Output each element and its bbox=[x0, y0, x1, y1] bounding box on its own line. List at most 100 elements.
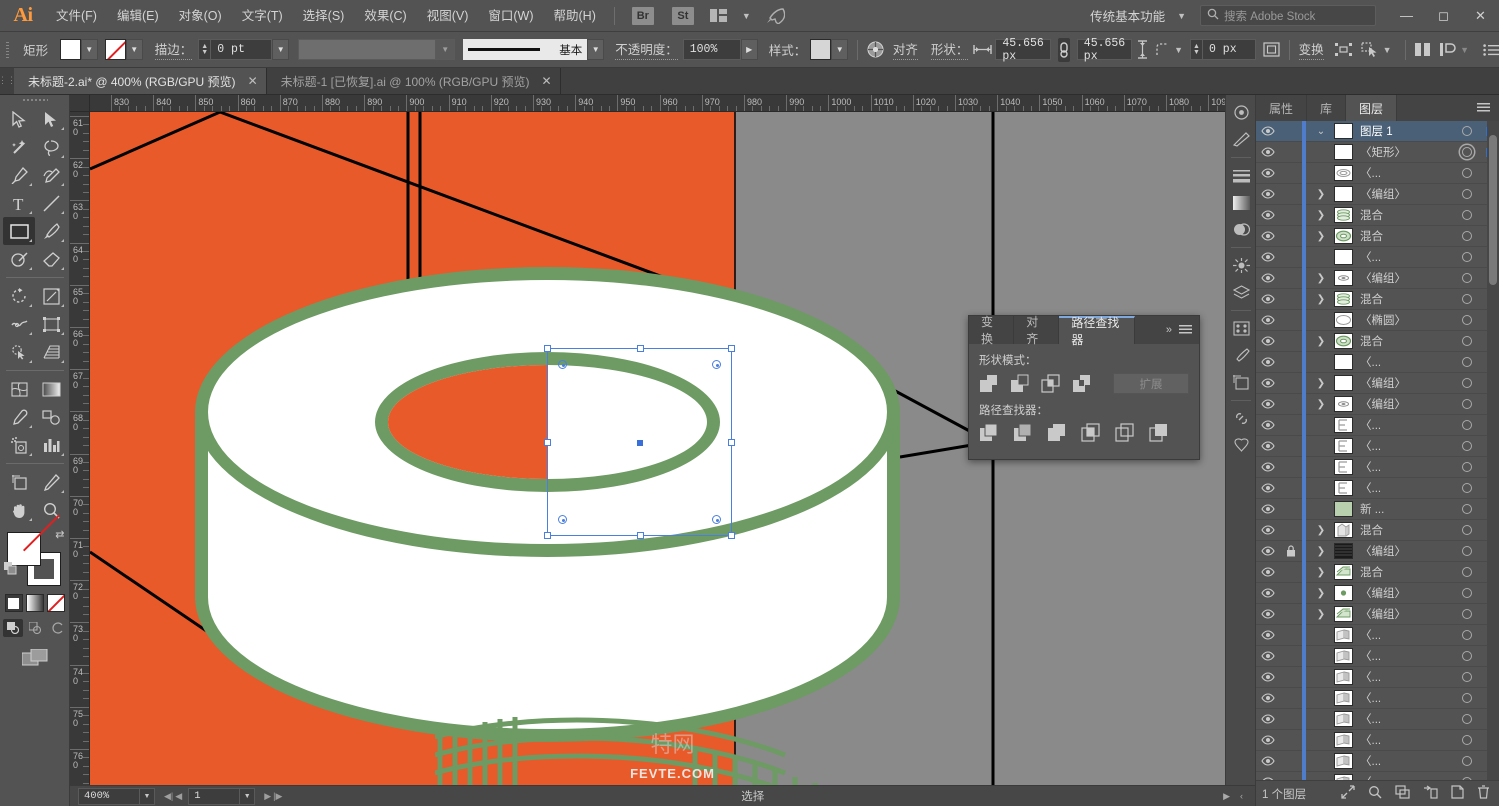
layer-name[interactable]: 混合 bbox=[1360, 228, 1454, 244]
layer-row[interactable]: 〈... bbox=[1256, 414, 1499, 436]
target-indicator-icon[interactable] bbox=[1454, 714, 1480, 724]
layer-name[interactable]: 〈编组〉 bbox=[1360, 396, 1454, 412]
visibility-eye-icon[interactable] bbox=[1256, 189, 1280, 199]
layer-name[interactable]: 〈... bbox=[1360, 438, 1454, 454]
layer-name[interactable]: 〈编组〉 bbox=[1360, 375, 1454, 391]
target-indicator-icon[interactable] bbox=[1454, 399, 1480, 409]
panel-collapse-icon[interactable]: » bbox=[1159, 316, 1179, 344]
visibility-eye-icon[interactable] bbox=[1256, 525, 1280, 535]
stock-search-input[interactable]: 搜索 Adobe Stock bbox=[1200, 5, 1376, 26]
layer-name[interactable]: 〈椭圆〉 bbox=[1360, 312, 1454, 328]
visibility-eye-icon[interactable] bbox=[1256, 504, 1280, 514]
eyedropper-tool[interactable] bbox=[3, 403, 35, 431]
target-indicator-icon[interactable] bbox=[1454, 588, 1480, 598]
minus-front-button[interactable] bbox=[1010, 374, 1029, 393]
visibility-eye-icon[interactable] bbox=[1256, 588, 1280, 598]
layer-row[interactable]: ❯ 〈编组〉 bbox=[1256, 582, 1499, 604]
draw-inside-icon[interactable] bbox=[47, 619, 67, 637]
create-new-layer-icon[interactable] bbox=[1451, 785, 1464, 802]
target-indicator-icon[interactable] bbox=[1454, 147, 1480, 157]
opacity-input[interactable]: 100% bbox=[682, 39, 741, 60]
transform-label[interactable]: 变换 bbox=[1298, 39, 1324, 60]
visibility-eye-icon[interactable] bbox=[1256, 336, 1280, 346]
selection-handle-sw[interactable] bbox=[544, 532, 551, 539]
expand-chevron-right-icon[interactable]: ❯ bbox=[1308, 189, 1334, 200]
layer-row[interactable]: ❯ 混合 bbox=[1256, 519, 1499, 541]
symbols-panel-icon[interactable] bbox=[1226, 315, 1256, 342]
corner-radius-input[interactable]: 0 px bbox=[1202, 39, 1256, 60]
artboard-nav-prev[interactable]: ◀ bbox=[175, 791, 182, 802]
exclude-button[interactable] bbox=[1072, 374, 1091, 393]
workspace-switcher[interactable]: 传统基本功能 bbox=[1090, 6, 1169, 25]
selection-handle-se[interactable] bbox=[728, 532, 735, 539]
libraries-panel-icon[interactable] bbox=[1226, 432, 1256, 459]
arrange-documents-icon[interactable] bbox=[709, 9, 727, 22]
bridge-icon[interactable]: Br bbox=[631, 6, 654, 25]
workspace-chevron-down-icon[interactable]: ▼ bbox=[1169, 11, 1194, 21]
hand-tool[interactable] bbox=[3, 496, 35, 524]
target-indicator-icon[interactable] bbox=[1454, 357, 1480, 367]
document-tab-active[interactable]: 未标题-2.ai* @ 400% (RGB/GPU 预览) ✕ bbox=[14, 68, 267, 94]
selection-handle-nw[interactable] bbox=[544, 345, 551, 352]
tab-close-icon[interactable]: ✕ bbox=[542, 74, 552, 88]
corner-widget-ne[interactable] bbox=[712, 360, 721, 369]
width-tool[interactable] bbox=[3, 310, 35, 338]
layer-row[interactable]: 〈... bbox=[1256, 750, 1499, 772]
layer-name[interactable]: 〈... bbox=[1360, 249, 1454, 265]
pathfinder-panel-menu-icon[interactable] bbox=[1179, 316, 1199, 344]
maximize-button[interactable]: ◻ bbox=[1425, 0, 1462, 32]
divide-button[interactable] bbox=[979, 423, 998, 442]
target-indicator-icon[interactable] bbox=[1454, 462, 1480, 472]
lock-icon[interactable] bbox=[1280, 545, 1302, 557]
layer-name[interactable]: 〈编组〉 bbox=[1360, 585, 1454, 601]
target-indicator-icon[interactable] bbox=[1454, 126, 1480, 136]
layer-row[interactable]: 〈... bbox=[1256, 624, 1499, 646]
horizontal-ruler[interactable]: 830 840 850 860 870 880 890 900 910 920 930 940 950 9… bbox=[90, 95, 1255, 112]
layer-name[interactable]: 〈... bbox=[1360, 732, 1454, 748]
expand-chevron-right-icon[interactable]: ❯ bbox=[1308, 609, 1334, 620]
layer-name[interactable]: 〈... bbox=[1360, 165, 1454, 181]
links-panel-icon[interactable] bbox=[1226, 405, 1256, 432]
visibility-eye-icon[interactable] bbox=[1256, 168, 1280, 178]
status-resize-grip-icon[interactable]: ‹ bbox=[1240, 791, 1243, 801]
zoom-level-input[interactable]: 400% bbox=[78, 787, 140, 805]
scale-tool[interactable] bbox=[35, 282, 67, 310]
visibility-eye-icon[interactable] bbox=[1256, 756, 1280, 766]
panel-options-list-icon[interactable] bbox=[1483, 38, 1499, 62]
select-similar-icon[interactable] bbox=[1360, 38, 1379, 62]
minimize-button[interactable]: — bbox=[1388, 0, 1425, 32]
menu-view[interactable]: 视图(V) bbox=[417, 0, 479, 32]
layer-name[interactable]: 〈矩形〉 bbox=[1360, 144, 1454, 160]
layer-row[interactable]: 〈... bbox=[1256, 477, 1499, 499]
visibility-eye-icon[interactable] bbox=[1256, 420, 1280, 430]
artboard-nav-next[interactable]: ▶ bbox=[264, 791, 271, 802]
visibility-eye-icon[interactable] bbox=[1256, 672, 1280, 682]
outline-button[interactable] bbox=[1115, 423, 1134, 442]
visibility-eye-icon[interactable] bbox=[1256, 567, 1280, 577]
none-button[interactable] bbox=[46, 594, 65, 612]
expand-chevron-right-icon[interactable]: ❯ bbox=[1308, 567, 1334, 578]
gradient-tool[interactable] bbox=[35, 375, 67, 403]
target-indicator-icon[interactable] bbox=[1454, 168, 1480, 178]
target-indicator-icon[interactable] bbox=[1454, 756, 1480, 766]
target-indicator-icon[interactable] bbox=[1454, 231, 1480, 241]
visibility-eye-icon[interactable] bbox=[1256, 693, 1280, 703]
visibility-eye-icon[interactable] bbox=[1256, 315, 1280, 325]
stroke-style-dropdown[interactable] bbox=[298, 39, 437, 60]
layer-row[interactable]: ❯ 〈编组〉 bbox=[1256, 183, 1499, 205]
distribute-objects-icon[interactable] bbox=[1439, 38, 1456, 62]
color-guide-panel-icon[interactable] bbox=[1226, 126, 1256, 153]
visibility-eye-icon[interactable] bbox=[1256, 252, 1280, 262]
tab-align[interactable]: 对齐 bbox=[1014, 315, 1060, 346]
brushes-panel-icon[interactable] bbox=[1226, 342, 1256, 369]
layers-panel-icon[interactable] bbox=[1226, 279, 1256, 306]
screen-mode-button[interactable] bbox=[0, 649, 69, 666]
selection-bounding-box[interactable] bbox=[544, 345, 735, 539]
lasso-tool[interactable] bbox=[35, 133, 67, 161]
layer-name[interactable]: 〈... bbox=[1360, 354, 1454, 370]
layer-row[interactable]: ❯ 混合 bbox=[1256, 225, 1499, 247]
brush-definition-chevron-down-icon[interactable]: ▼ bbox=[587, 39, 605, 60]
rocket-icon[interactable] bbox=[766, 7, 785, 24]
shape-label[interactable]: 形状： bbox=[930, 39, 969, 60]
expand-chevron-right-icon[interactable]: ❯ bbox=[1308, 399, 1334, 410]
